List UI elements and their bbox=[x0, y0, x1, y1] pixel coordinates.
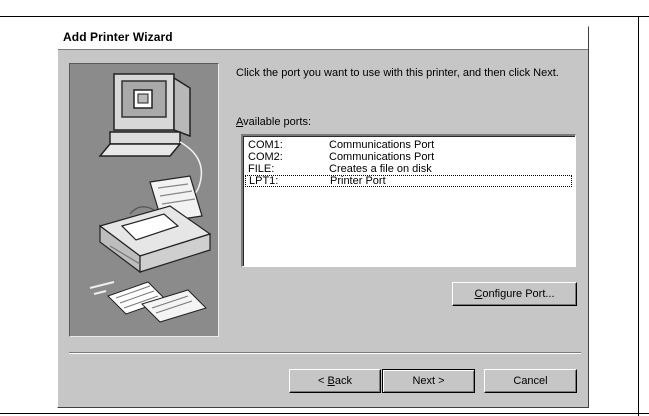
port-description: Communications Port bbox=[329, 139, 435, 151]
port-description: Communications Port bbox=[329, 151, 435, 163]
back-button-label: ack bbox=[334, 375, 352, 387]
port-description: Creates a file on disk bbox=[329, 163, 432, 175]
port-name: LPT1: bbox=[249, 175, 279, 187]
back-button[interactable]: < Back bbox=[289, 369, 381, 393]
back-button-hotkey: B bbox=[327, 375, 335, 387]
instruction-text: Click the port you want to use with this… bbox=[236, 67, 559, 79]
documents-icon bbox=[89, 281, 207, 323]
figure-frame-top bbox=[0, 16, 649, 17]
cancel-button[interactable]: Cancel bbox=[484, 369, 577, 393]
wizard-illustration bbox=[69, 63, 219, 337]
figure-frame-bottom bbox=[0, 413, 649, 414]
port-row-com1[interactable]: COM1: Communications Port bbox=[245, 139, 572, 151]
port-row-com2[interactable]: COM2: Communications Port bbox=[245, 151, 572, 163]
add-printer-wizard-dialog: Add Printer Wizard Click the port you wa… bbox=[57, 26, 589, 408]
port-name: COM1: bbox=[248, 139, 283, 151]
wizard-illustration-art bbox=[89, 73, 212, 323]
available-ports-list[interactable]: COM1: Communications Port COM2: Communic… bbox=[241, 134, 576, 267]
available-ports-label-text: vailable ports: bbox=[243, 116, 312, 128]
figure-frame-right bbox=[638, 16, 639, 416]
port-name: FILE: bbox=[248, 163, 275, 175]
next-button[interactable]: Next > bbox=[382, 369, 475, 393]
port-row-file[interactable]: FILE: Creates a file on disk bbox=[245, 163, 572, 175]
window-title: Add Printer Wizard bbox=[63, 30, 173, 44]
back-button-prefix: < bbox=[318, 375, 328, 387]
available-ports-label: Available ports: bbox=[236, 116, 311, 128]
port-name: COM2: bbox=[248, 151, 283, 163]
button-separator bbox=[69, 352, 581, 354]
printer-icon bbox=[98, 175, 212, 274]
configure-port-label: onfigure Port... bbox=[482, 288, 555, 300]
configure-port-button[interactable]: Configure Port... bbox=[452, 282, 577, 306]
port-row-lpt1[interactable]: LPT1: Printer Port bbox=[245, 175, 572, 187]
title-bar[interactable]: Add Printer Wizard bbox=[58, 27, 588, 50]
port-description: Printer Port bbox=[330, 175, 386, 187]
